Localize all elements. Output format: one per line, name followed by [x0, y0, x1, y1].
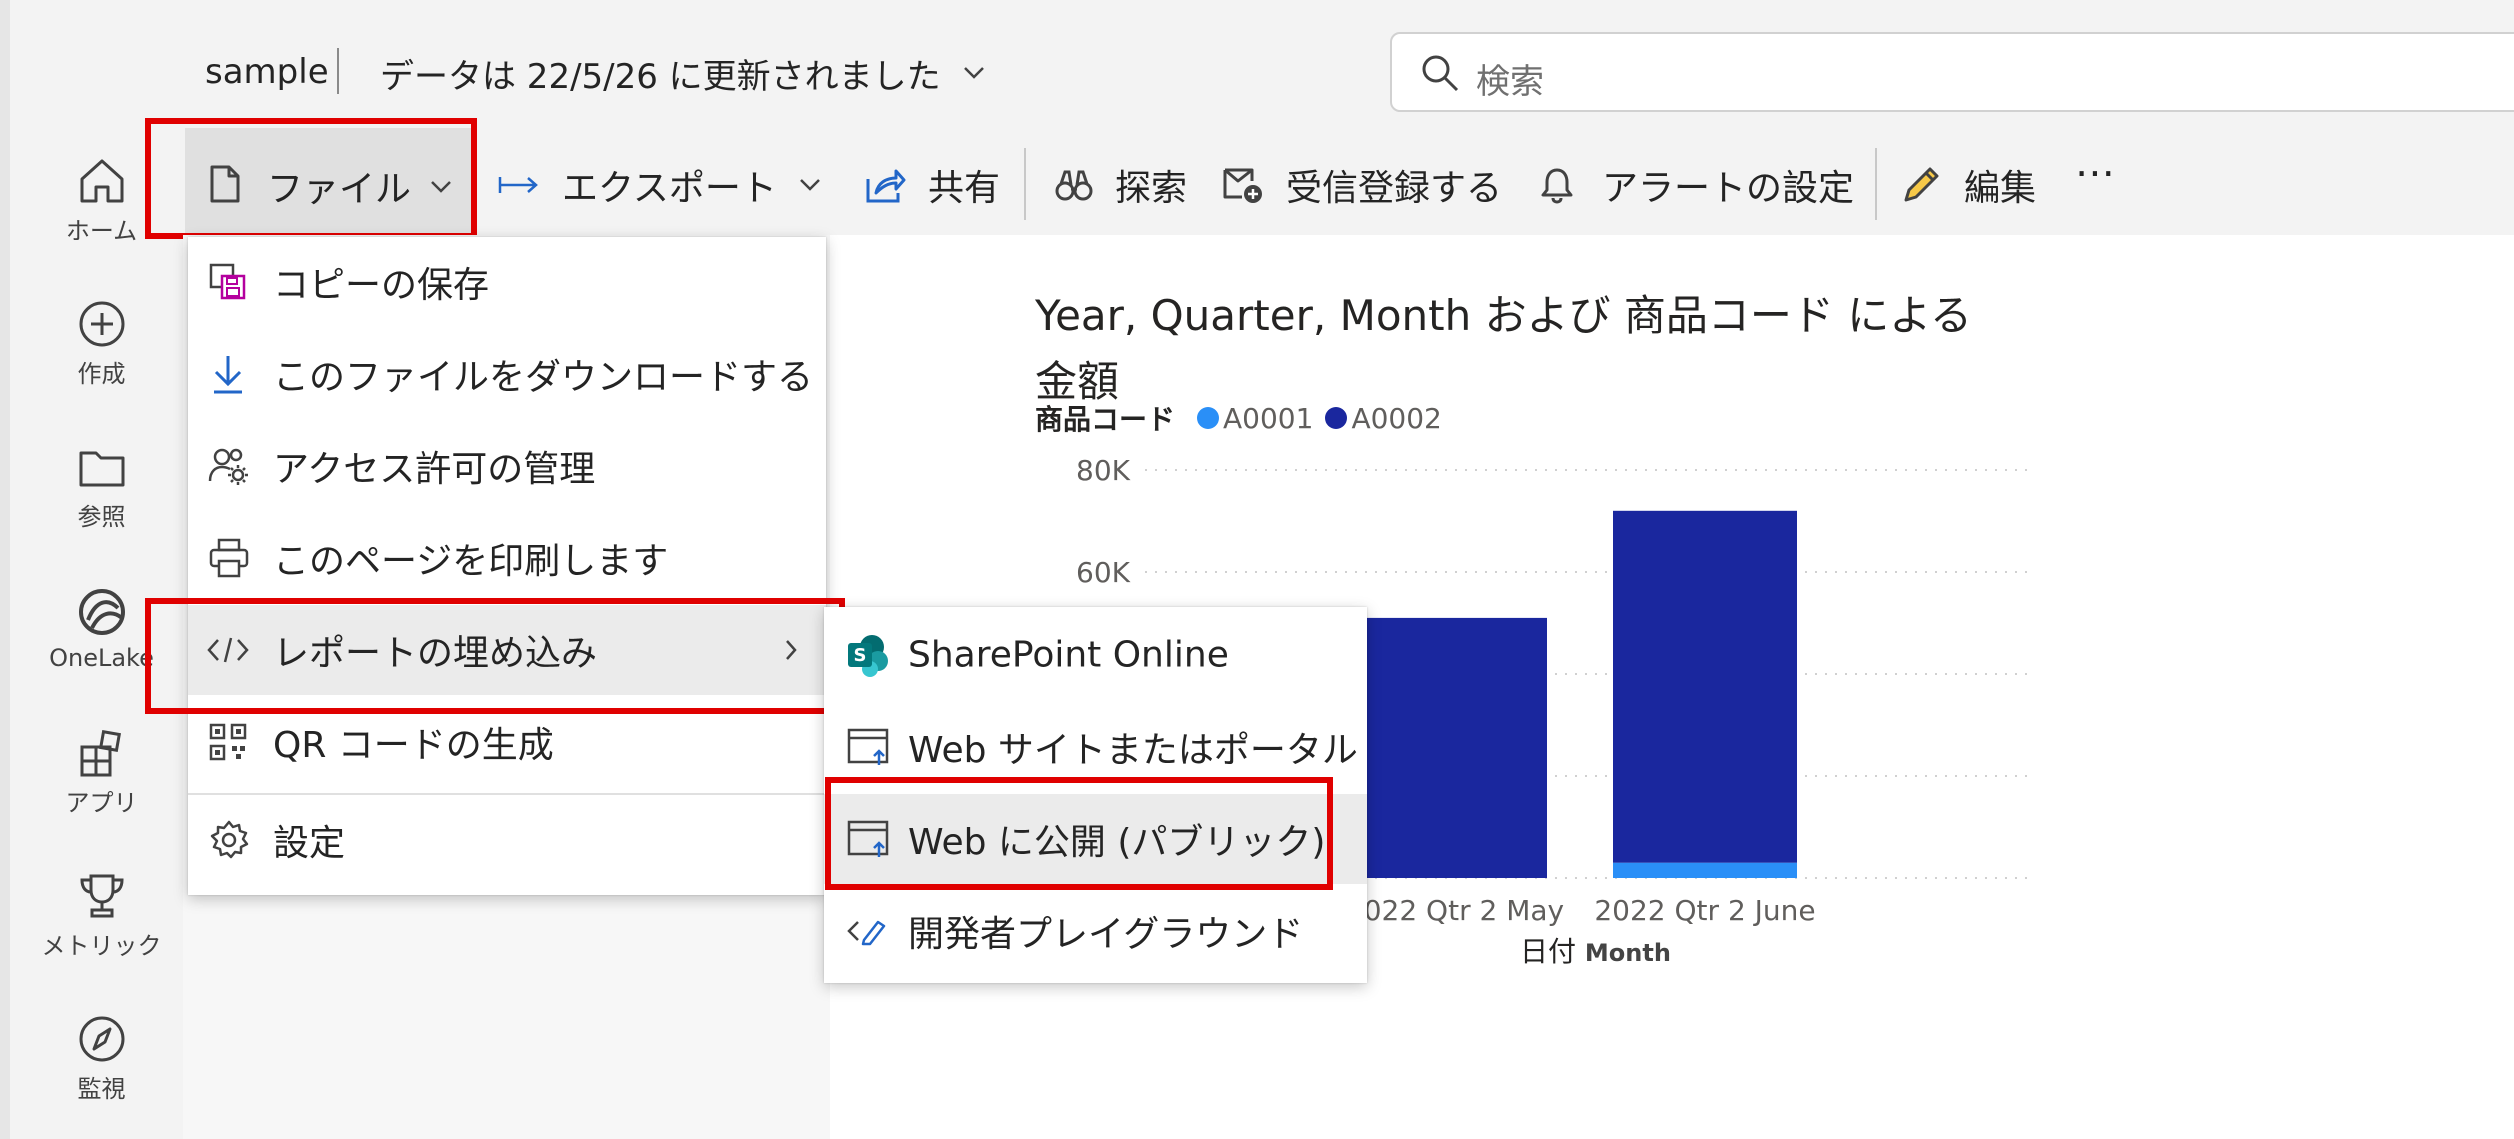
- compass-icon: [79, 1016, 124, 1062]
- folder-icon: [79, 451, 124, 487]
- menu-item-save-copy[interactable]: コピーの保存: [188, 237, 826, 327]
- set-alert-label: アラートの設定: [1602, 168, 1855, 209]
- developer-icon: [847, 920, 886, 946]
- legend-title: 商品コード: [1035, 403, 1176, 436]
- more-options-button[interactable]: ⋯: [2075, 150, 2115, 196]
- download-icon: [214, 356, 242, 394]
- highlight-file-button: [145, 118, 477, 239]
- x-tick-label: 2022 Qtr 2 June: [1594, 894, 1815, 927]
- qr-code-icon: [209, 723, 247, 761]
- menu-item-manage-access[interactable]: アクセス許可の管理: [188, 421, 826, 511]
- chart-legend: 商品コード A0001 A0002: [1035, 400, 1442, 437]
- legend-item-a0001: A0001: [1223, 401, 1314, 435]
- menu-item-label: 設定: [273, 823, 346, 864]
- rail-item-monitor[interactable]: 監視: [10, 1013, 193, 1104]
- search-placeholder: 検索: [1476, 62, 1544, 102]
- submenu-item-developer-playground[interactable]: 開発者プレイグラウンド: [824, 886, 1367, 976]
- y-tick-label: 80K: [1076, 454, 1131, 487]
- search-input[interactable]: 検索: [1390, 32, 2514, 112]
- toolbar-divider: [1875, 148, 1877, 220]
- home-icon: [80, 159, 123, 203]
- rail-item-browse[interactable]: 参照: [10, 441, 193, 532]
- export-label: エクスポート: [562, 168, 777, 209]
- legend-swatch-a0001: [1197, 407, 1220, 429]
- rail-item-create[interactable]: 作成: [10, 298, 193, 389]
- menu-item-print[interactable]: このページを印刷します: [188, 513, 826, 603]
- data-updated-text: データは 22/5/26 に更新されました: [380, 56, 941, 97]
- onelake-icon: [78, 589, 125, 635]
- menu-item-settings[interactable]: 設定: [188, 795, 826, 885]
- x-axis-prefix: 日付: [1520, 935, 1577, 968]
- x-tick-label: 2022 Qtr 2 May: [1346, 894, 1564, 927]
- chevron-down-icon: [800, 179, 820, 191]
- rail-item-apps[interactable]: アプリ: [10, 727, 193, 818]
- toolbar-divider: [1024, 148, 1026, 220]
- submenu-item-sharepoint[interactable]: S SharePoint Online: [824, 610, 1367, 700]
- rail-label: 作成: [77, 360, 126, 388]
- data-updated-dropdown[interactable]: データは 22/5/26 に更新されました: [380, 50, 985, 97]
- rail-label: 参照: [77, 503, 126, 531]
- gear-icon: [210, 820, 249, 859]
- menu-item-download[interactable]: このファイルをダウンロードする: [188, 329, 826, 419]
- chart-title: Year, Quarter, Month および 商品コード による 金額: [1035, 291, 1973, 406]
- print-icon: [209, 538, 249, 578]
- rail-label: アプリ: [65, 789, 138, 817]
- bar-a0002-0[interactable]: [1363, 617, 1547, 878]
- manage-access-icon: [208, 448, 248, 485]
- subscribe-button[interactable]: 受信登録する: [1222, 150, 1502, 220]
- pencil-icon: [1904, 167, 1939, 202]
- explore-button[interactable]: 探索: [1055, 150, 1187, 220]
- menu-item-label: QR コードの生成: [273, 725, 554, 766]
- set-alert-button[interactable]: アラートの設定: [1540, 150, 1854, 220]
- chevron-down-icon: [963, 67, 984, 79]
- binoculars-icon: [1055, 170, 1093, 201]
- menu-item-label: このページを印刷します: [273, 541, 669, 582]
- file-dropdown-menu: コピーの保存 このファイルをダウンロードする アクセス許可の管理 このページを印…: [188, 237, 826, 895]
- menu-item-label: アクセス許可の管理: [273, 449, 596, 490]
- explore-label: 探索: [1115, 168, 1188, 209]
- y-tick-label: 60K: [1076, 556, 1131, 589]
- bar-a0002-1[interactable]: [1613, 510, 1797, 863]
- app-name[interactable]: sample: [205, 52, 329, 92]
- save-copy-icon: [209, 263, 246, 300]
- share-label: 共有: [928, 168, 1001, 209]
- rail-label: 監視: [77, 1075, 126, 1103]
- subscribe-icon: [1223, 168, 1262, 203]
- submenu-item-label: SharePoint Online: [908, 634, 1229, 676]
- header-divider: [337, 48, 339, 94]
- x-axis-title: 日付 Month: [1520, 930, 1671, 970]
- bell-icon: [1541, 168, 1573, 204]
- export-arrow-icon: [498, 177, 538, 193]
- submenu-item-label: Web サイトまたはポータル: [908, 730, 1358, 771]
- trophy-icon: [79, 874, 124, 918]
- bar-a0001-1[interactable]: [1613, 862, 1797, 878]
- apps-icon: [80, 729, 121, 777]
- submenu-item-label: 開発者プレイグラウンド: [908, 914, 1304, 955]
- legend-swatch-a0002: [1325, 407, 1348, 429]
- legend-item-a0002: A0002: [1351, 401, 1442, 435]
- svg-text:S: S: [854, 645, 867, 666]
- search-icon: [1422, 55, 1459, 92]
- menu-item-label: コピーの保存: [273, 265, 490, 306]
- highlight-embed-report: [145, 598, 845, 714]
- share-button[interactable]: 共有: [864, 150, 1000, 220]
- subscribe-label: 受信登録する: [1286, 168, 1503, 209]
- highlight-publish-to-web: [825, 777, 1333, 890]
- rail-item-metrics[interactable]: メトリック: [10, 870, 193, 961]
- add-circle-icon: [79, 301, 124, 347]
- share-icon: [866, 169, 906, 203]
- menu-item-label: このファイルをダウンロードする: [273, 357, 814, 398]
- edit-label: 編集: [1964, 168, 2037, 209]
- rail-label: メトリック: [41, 932, 162, 960]
- edit-button[interactable]: 編集: [1900, 150, 2036, 220]
- sharepoint-icon: S: [848, 635, 888, 677]
- web-window-icon: [847, 728, 889, 765]
- x-axis-field: Month: [1584, 939, 1671, 967]
- export-button[interactable]: エクスポート: [498, 150, 821, 220]
